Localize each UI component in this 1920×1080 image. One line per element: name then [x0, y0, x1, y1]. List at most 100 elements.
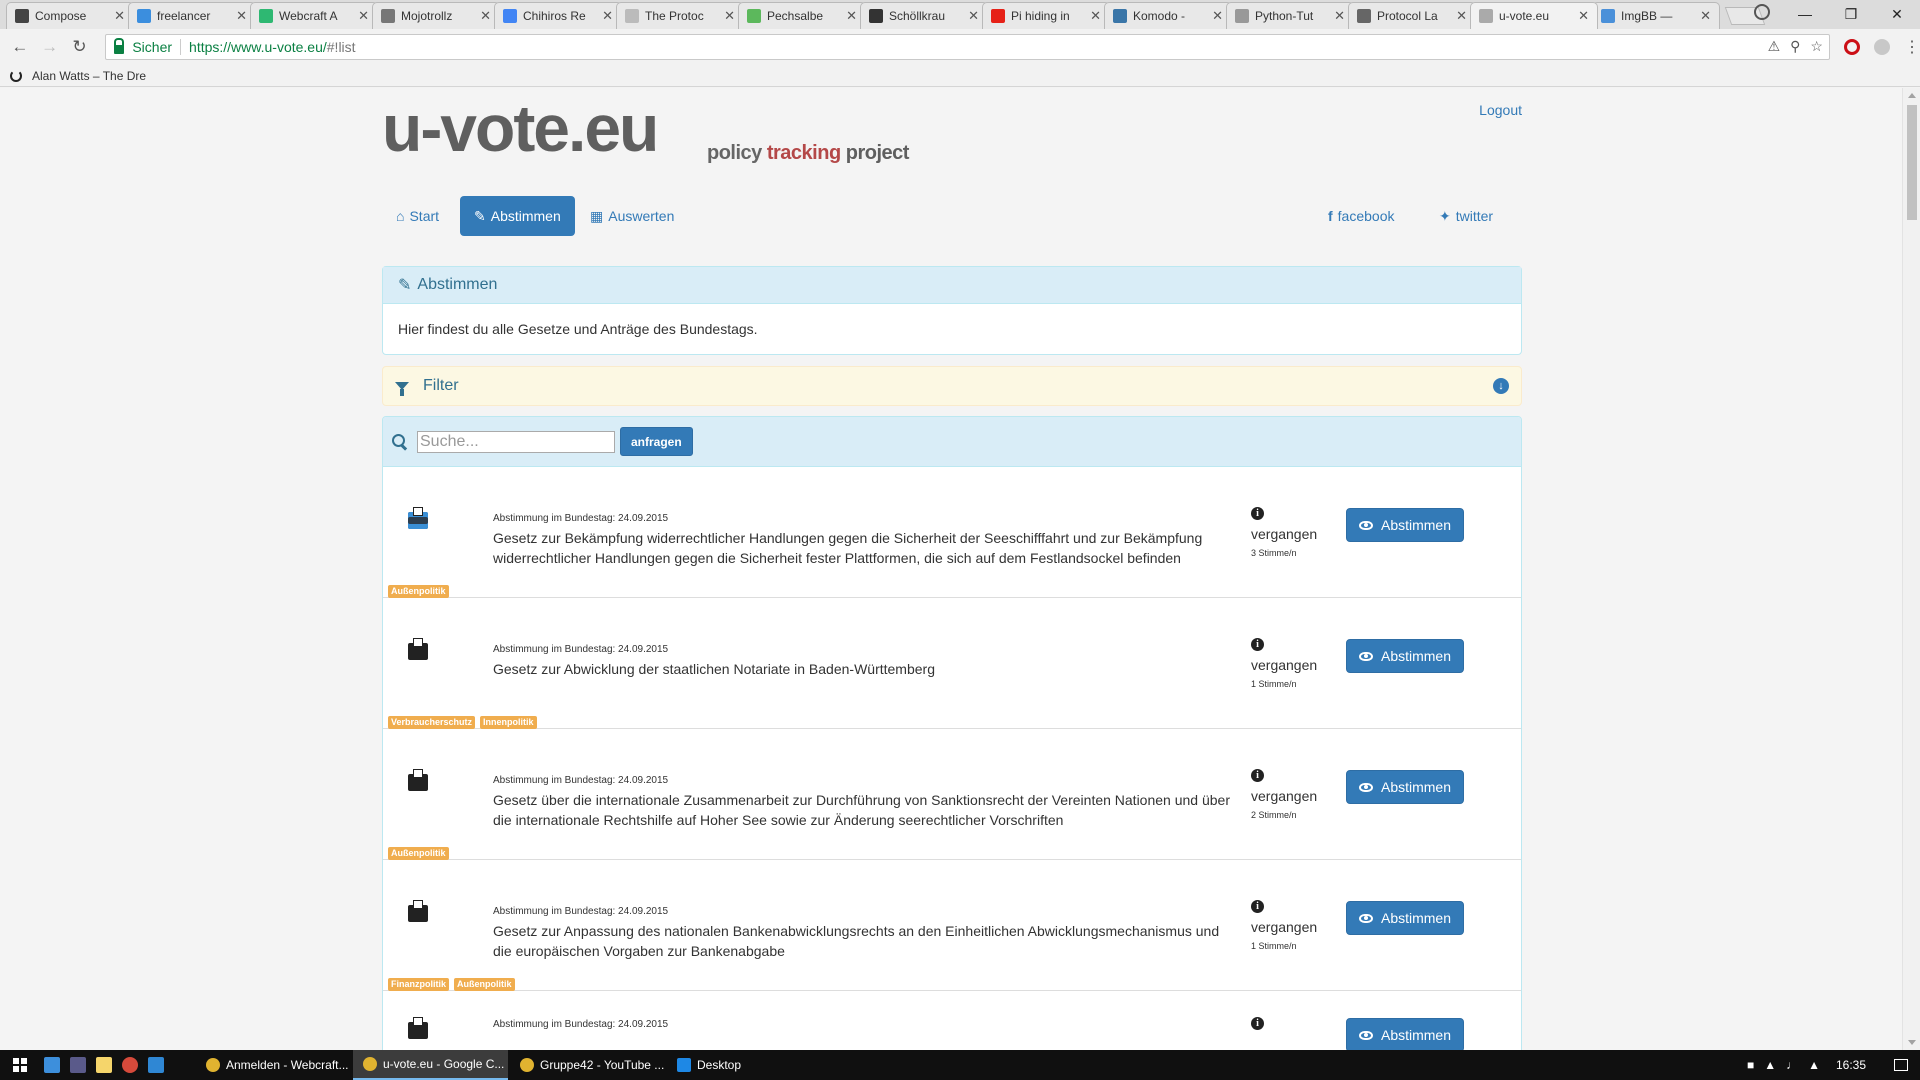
taskbar-task[interactable]: Desktop	[667, 1050, 822, 1080]
close-tab-icon[interactable]: ✕	[1212, 8, 1223, 24]
key-icon[interactable]: ⚲	[1790, 38, 1800, 55]
menu-icon[interactable]: ⋮	[1904, 37, 1920, 57]
close-tab-icon[interactable]: ✕	[236, 8, 247, 24]
extension-icon[interactable]	[1873, 39, 1890, 55]
taskbar-task[interactable]: u-vote.eu - Google C...	[353, 1050, 508, 1080]
back-button[interactable]: ←	[8, 35, 32, 59]
window-controls: — ❐ ✕	[1782, 0, 1920, 28]
vote-button[interactable]: Abstimmen	[1346, 901, 1464, 935]
close-tab-icon[interactable]: ✕	[480, 8, 491, 24]
category-badge[interactable]: Außenpolitik	[454, 978, 515, 991]
info-icon[interactable]: i	[1251, 900, 1264, 913]
item-title[interactable]: Gesetz zur Anpassung des nationalen Bank…	[493, 921, 1233, 961]
page-scrollbar[interactable]	[1902, 88, 1920, 1050]
close-tab-icon[interactable]: ✕	[724, 8, 735, 24]
facebook-link[interactable]: f facebook	[1314, 196, 1409, 236]
vote-button[interactable]: Abstimmen	[1346, 770, 1464, 804]
close-tab-icon[interactable]: ✕	[1456, 8, 1467, 24]
browser-tab[interactable]: Komodo - ✕	[1104, 2, 1232, 29]
item-title[interactable]: Gesetz zur Abwicklung der staatlichen No…	[493, 659, 1233, 679]
browser-tab[interactable]: freelancer ✕	[128, 2, 256, 29]
vote-button[interactable]: Abstimmen	[1346, 1018, 1464, 1050]
browser-tab[interactable]: Compose ✕	[6, 2, 134, 29]
close-tab-icon[interactable]: ✕	[114, 8, 125, 24]
nav-start[interactable]: ⌂ Start	[382, 196, 453, 236]
bookmark-item[interactable]: Alan Watts – The Dre	[32, 69, 146, 83]
taskbar-task[interactable]: Anmelden - Webcraft...	[196, 1050, 351, 1080]
category-badge[interactable]: Finanzpolitik	[388, 978, 449, 991]
browser-tab[interactable]: Schöllkrau ✕	[860, 2, 988, 29]
logout-link[interactable]: Logout	[1479, 102, 1522, 118]
browser-tab[interactable]: Python-Tut ✕	[1226, 2, 1354, 29]
item-status: i vergangen 1 Stimme/n	[1251, 900, 1317, 951]
browser-tab[interactable]: Pechsalbe ✕	[738, 2, 866, 29]
maximize-button[interactable]: ❐	[1828, 0, 1874, 28]
close-tab-icon[interactable]: ✕	[846, 8, 857, 24]
reload-button[interactable]: ↻	[68, 35, 92, 59]
category-badge[interactable]: Innenpolitik	[480, 716, 537, 729]
info-icon[interactable]: i	[1251, 1017, 1264, 1030]
category-badge[interactable]: Außenpolitik	[388, 585, 449, 598]
tray-icon-volume[interactable]: ♩	[1786, 1058, 1798, 1072]
tray-icon-wifi[interactable]: ▲	[1764, 1058, 1776, 1072]
category-badge[interactable]: Außenpolitik	[388, 847, 449, 860]
item-title[interactable]: Gesetz über die internationale Zusammena…	[493, 790, 1233, 830]
tab-favicon-icon	[991, 9, 1005, 23]
close-tab-icon[interactable]: ✕	[1090, 8, 1101, 24]
address-bar[interactable]: Sicher https://www.u-vote.eu/#!list ⚠ ⚲ …	[105, 34, 1830, 60]
opera-extension-icon[interactable]	[1843, 39, 1860, 55]
browser-tab[interactable]: Pi hiding in ✕	[982, 2, 1110, 29]
close-window-button[interactable]: ✕	[1874, 0, 1920, 28]
bookmark-star-icon[interactable]: ☆	[1810, 38, 1823, 55]
browser-tab[interactable]: Protocol La ✕	[1348, 2, 1476, 29]
desktop-app-icon[interactable]	[148, 1057, 164, 1073]
notification-icon[interactable]	[1894, 1059, 1908, 1071]
filter-toggle[interactable]: Filter ↓	[382, 366, 1522, 406]
browser-tab[interactable]: ImgBB — ✕	[1592, 2, 1720, 29]
filter-label: Filter	[423, 377, 459, 394]
browser-tab[interactable]: u-vote.eu ✕	[1470, 2, 1598, 29]
close-tab-icon[interactable]: ✕	[1578, 8, 1589, 24]
taskbar-task[interactable]: Gruppe42 - YouTube ...	[510, 1050, 665, 1080]
network-app-icon[interactable]	[44, 1057, 60, 1073]
close-tab-icon[interactable]: ✕	[1334, 8, 1345, 24]
clock[interactable]: 16:35	[1836, 1058, 1866, 1072]
twitter-link[interactable]: ✦ twitter	[1425, 196, 1507, 236]
browser-tab[interactable]: Chihiros Re ✕	[494, 2, 622, 29]
site-logo[interactable]: u-vote.eu	[382, 90, 659, 166]
close-tab-icon[interactable]: ✕	[602, 8, 613, 24]
browser-tab[interactable]: Mojotrollz ✕	[372, 2, 500, 29]
chrome-icon[interactable]	[122, 1057, 138, 1073]
nav-abstimmen[interactable]: ✎ Abstimmen	[460, 196, 575, 236]
forward-button[interactable]: →	[38, 35, 62, 59]
vote-button[interactable]: Abstimmen	[1346, 639, 1464, 673]
intro-panel: ✎ Abstimmen Hier findest du alle Gesetze…	[382, 266, 1522, 355]
start-button[interactable]	[0, 1050, 40, 1080]
nav-auswerten[interactable]: ▦ Auswerten	[576, 196, 688, 236]
profile-icon[interactable]	[1754, 4, 1770, 20]
tray-icon-lang[interactable]: ▲	[1808, 1058, 1820, 1072]
info-icon[interactable]: i	[1251, 769, 1264, 782]
app-icon[interactable]	[70, 1057, 86, 1073]
search-button[interactable]: anfragen	[620, 427, 693, 456]
minimize-button[interactable]: —	[1782, 0, 1828, 28]
tray-icon-shield[interactable]: ■	[1747, 1058, 1754, 1072]
scroll-up-icon[interactable]	[1908, 93, 1916, 98]
close-tab-icon[interactable]: ✕	[968, 8, 979, 24]
item-title[interactable]: Gesetz zur Bekämpfung widerrechtlicher H…	[493, 528, 1233, 568]
info-icon[interactable]: i	[1251, 638, 1264, 651]
vote-button[interactable]: Abstimmen	[1346, 508, 1464, 542]
file-explorer-icon[interactable]	[96, 1057, 112, 1073]
search-input[interactable]	[417, 430, 615, 453]
category-badge[interactable]: Verbraucherschutz	[388, 716, 476, 729]
scroll-down-icon[interactable]	[1908, 1040, 1916, 1045]
browser-tab[interactable]: Webcraft A ✕	[250, 2, 378, 29]
close-tab-icon[interactable]: ✕	[358, 8, 369, 24]
expand-icon[interactable]: ↓	[1493, 378, 1509, 394]
scrollbar-thumb[interactable]	[1907, 105, 1917, 220]
close-tab-icon[interactable]: ✕	[1700, 8, 1711, 24]
browser-tab[interactable]: The Protoc ✕	[616, 2, 744, 29]
tagline-project: project	[845, 142, 910, 164]
blocked-popup-icon[interactable]: ⚠	[1768, 38, 1781, 55]
info-icon[interactable]: i	[1251, 507, 1264, 520]
